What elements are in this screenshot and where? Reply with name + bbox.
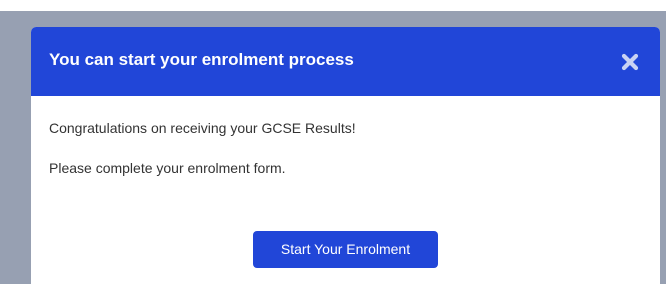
- start-enrolment-button[interactable]: Start Your Enrolment: [253, 231, 438, 268]
- dialog-title: You can start your enrolment process: [49, 50, 354, 69]
- instruction-message: Please complete your enrolment form.: [49, 160, 286, 176]
- close-icon: [621, 53, 639, 71]
- dialog-header: You can start your enrolment process: [31, 27, 660, 96]
- congratulations-message: Congratulations on receiving your GCSE R…: [49, 120, 356, 136]
- close-button[interactable]: [619, 51, 641, 73]
